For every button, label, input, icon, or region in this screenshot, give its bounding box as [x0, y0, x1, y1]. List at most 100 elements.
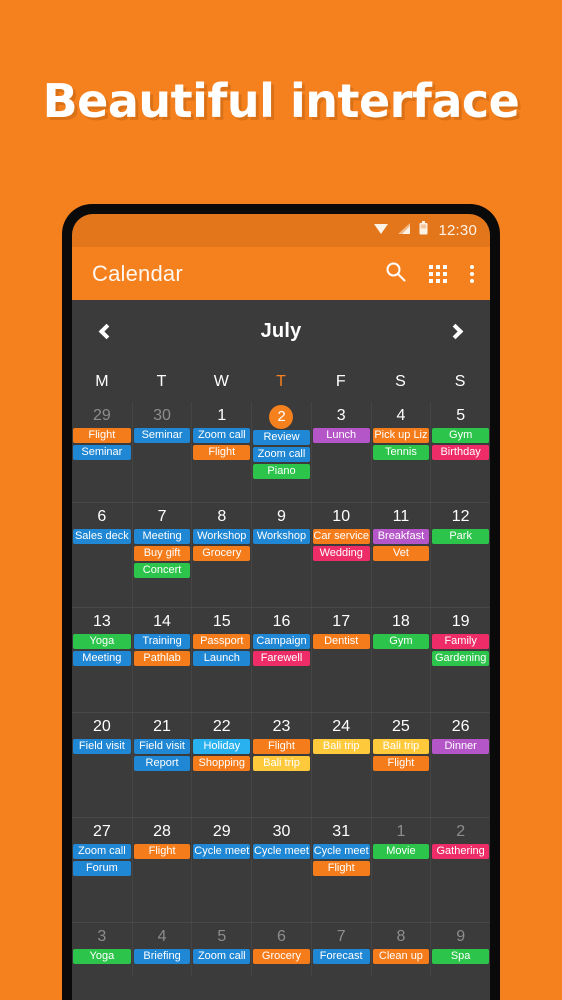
event-chip[interactable]: Grocery: [253, 949, 310, 964]
event-chip[interactable]: Zoom call: [193, 428, 251, 443]
calendar-day-cell[interactable]: 14 Training Pathlab: [131, 608, 192, 712]
event-chip[interactable]: Bali trip: [253, 756, 310, 771]
calendar-day-cell[interactable]: 5 Zoom call: [191, 923, 251, 977]
calendar-day-cell[interactable]: 26 Dinner: [430, 713, 490, 817]
calendar-day-cell[interactable]: 8 Workshop Grocery: [191, 503, 251, 607]
event-chip[interactable]: Flight: [253, 739, 310, 754]
event-chip[interactable]: Farewell: [253, 651, 310, 666]
event-chip[interactable]: Dentist: [312, 634, 370, 649]
calendar-day-cell[interactable]: 18 Gym: [370, 608, 431, 712]
event-chip[interactable]: Workshop: [193, 529, 251, 544]
event-chip[interactable]: Car service: [312, 529, 370, 544]
overflow-menu-button[interactable]: [470, 264, 474, 283]
event-chip[interactable]: Seminar: [73, 445, 131, 460]
calendar-day-cell[interactable]: 20 Field visit: [72, 713, 132, 817]
event-chip[interactable]: Briefing: [133, 949, 191, 964]
event-chip[interactable]: Cycle meet: [193, 844, 251, 859]
calendar-day-cell[interactable]: 6 Sales deck: [72, 503, 132, 607]
event-chip[interactable]: Gathering: [432, 844, 489, 859]
event-chip[interactable]: Holiday: [193, 739, 251, 754]
event-chip[interactable]: Zoom call: [73, 844, 131, 859]
calendar-day-cell[interactable]: 5 Gym Birthday: [430, 402, 490, 502]
event-chip[interactable]: Passport: [193, 634, 251, 649]
calendar-day-cell[interactable]: 27 Zoom call Forum: [72, 818, 132, 922]
event-chip[interactable]: Grocery: [193, 546, 251, 561]
event-chip[interactable]: Wedding: [312, 546, 370, 561]
event-chip[interactable]: Clean up: [372, 949, 430, 964]
event-chip[interactable]: Bali trip: [372, 739, 430, 754]
calendar-day-cell[interactable]: 28 Flight: [131, 818, 192, 922]
event-chip[interactable]: Park: [432, 529, 489, 544]
calendar-day-cell[interactable]: 21 Field visit Report: [131, 713, 192, 817]
event-chip[interactable]: Seminar: [133, 428, 191, 443]
calendar-day-cell[interactable]: 1 Zoom call Flight: [191, 402, 251, 502]
event-chip[interactable]: Yoga: [73, 949, 131, 964]
event-chip[interactable]: Cycle meet: [312, 844, 370, 859]
calendar-day-cell[interactable]: 24 Bali trip: [310, 713, 371, 817]
event-chip[interactable]: Shopping: [193, 756, 251, 771]
event-chip[interactable]: Report: [133, 756, 191, 771]
calendar-day-cell[interactable]: 6 Grocery: [251, 923, 311, 977]
event-chip[interactable]: Bali trip: [312, 739, 370, 754]
event-chip[interactable]: Piano: [253, 464, 310, 479]
event-chip[interactable]: Tennis: [372, 445, 430, 460]
event-chip[interactable]: Forum: [73, 861, 131, 876]
event-chip[interactable]: Zoom call: [193, 949, 251, 964]
event-chip[interactable]: Cycle meet: [253, 844, 310, 859]
event-chip[interactable]: Gym: [372, 634, 430, 649]
event-chip[interactable]: Breakfast: [372, 529, 430, 544]
calendar-day-cell[interactable]: 2 Gathering: [430, 818, 490, 922]
calendar-day-cell[interactable]: 23 Flight Bali trip: [251, 713, 311, 817]
event-chip[interactable]: Flight: [73, 428, 131, 443]
event-chip[interactable]: Pathlab: [133, 651, 191, 666]
calendar-day-cell[interactable]: 17 Dentist: [310, 608, 371, 712]
calendar-day-cell[interactable]: 31 Cycle meet Flight: [310, 818, 371, 922]
calendar-day-cell[interactable]: 29 Cycle meet: [191, 818, 251, 922]
event-chip[interactable]: Gym: [432, 428, 489, 443]
search-button[interactable]: [385, 261, 406, 287]
event-chip[interactable]: Campaign: [253, 634, 310, 649]
event-chip[interactable]: Flight: [372, 756, 430, 771]
next-month-button[interactable]: [442, 316, 472, 346]
calendar-day-cell[interactable]: 30 Seminar: [131, 402, 192, 502]
calendar-day-cell[interactable]: 8 Clean up: [370, 923, 431, 977]
event-chip[interactable]: Workshop: [253, 529, 310, 544]
calendar-day-cell[interactable]: 25 Bali trip Flight: [370, 713, 431, 817]
event-chip[interactable]: Sales deck: [73, 529, 131, 544]
event-chip[interactable]: Movie: [372, 844, 430, 859]
calendar-day-cell[interactable]: 11 Breakfast Vet: [370, 503, 431, 607]
event-chip[interactable]: Flight: [133, 844, 191, 859]
event-chip[interactable]: Review: [253, 430, 310, 445]
calendar-day-cell[interactable]: 4 Pick up Liz Tennis: [370, 402, 431, 502]
event-chip[interactable]: Concert: [133, 563, 191, 578]
event-chip[interactable]: Forecast: [312, 949, 370, 964]
event-chip[interactable]: Family: [432, 634, 489, 649]
event-chip[interactable]: Yoga: [73, 634, 131, 649]
calendar-day-cell[interactable]: 29 Flight Seminar: [72, 402, 132, 502]
event-chip[interactable]: Field visit: [73, 739, 131, 754]
calendar-day-cell[interactable]: 22 Holiday Shopping: [191, 713, 251, 817]
event-chip[interactable]: Meeting: [133, 529, 191, 544]
calendar-day-cell[interactable]: 12 Park: [430, 503, 490, 607]
event-chip[interactable]: Flight: [193, 445, 251, 460]
event-chip[interactable]: Gardening: [432, 651, 489, 666]
calendar-day-cell[interactable]: 9 Spa: [430, 923, 490, 977]
calendar-day-cell[interactable]: 9 Workshop: [251, 503, 311, 607]
calendar-day-cell[interactable]: 3 Lunch: [310, 402, 371, 502]
event-chip[interactable]: Birthday: [432, 445, 489, 460]
grid-view-button[interactable]: [429, 264, 447, 283]
event-chip[interactable]: Spa: [432, 949, 489, 964]
calendar-day-cell[interactable]: 7 Forecast: [310, 923, 371, 977]
calendar-day-cell[interactable]: 7 Meeting Buy gift Concert: [131, 503, 192, 607]
calendar-day-cell[interactable]: 30 Cycle meet: [251, 818, 311, 922]
calendar-day-cell[interactable]: 1 Movie: [370, 818, 431, 922]
calendar-day-cell[interactable]: 3 Yoga: [72, 923, 132, 977]
calendar-day-cell[interactable]: 16 Campaign Farewell: [251, 608, 311, 712]
event-chip[interactable]: Meeting: [73, 651, 131, 666]
event-chip[interactable]: Dinner: [432, 739, 489, 754]
event-chip[interactable]: Vet: [372, 546, 430, 561]
event-chip[interactable]: Launch: [193, 651, 251, 666]
calendar-day-cell[interactable]: 15 Passport Launch: [191, 608, 251, 712]
calendar-day-cell[interactable]: 19 Family Gardening: [430, 608, 490, 712]
calendar-day-cell[interactable]: 2 Review Zoom call Piano: [251, 402, 311, 502]
